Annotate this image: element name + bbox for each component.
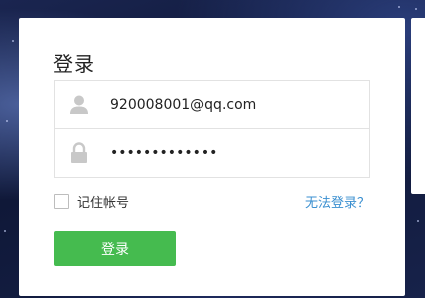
login-button[interactable]: 登录 xyxy=(54,231,176,266)
username-input[interactable] xyxy=(110,81,360,129)
star xyxy=(12,40,14,42)
login-title: 登录 xyxy=(53,52,95,76)
remember-label: 记住帐号 xyxy=(77,195,130,211)
star xyxy=(417,220,419,222)
forgot-login-link[interactable]: 无法登录？ xyxy=(305,192,370,211)
password-field[interactable]: ••••••••••••• xyxy=(54,129,370,178)
user-icon xyxy=(69,94,89,116)
remember-checkbox[interactable] xyxy=(54,193,69,209)
password-input[interactable]: ••••••••••••• xyxy=(110,129,360,177)
lock-icon xyxy=(69,142,89,164)
star xyxy=(4,230,6,232)
star xyxy=(398,6,400,8)
login-card: 登录 ••••••••••••• 记住帐号 无法登录？ 登录 xyxy=(19,18,405,296)
side-panel xyxy=(411,18,425,194)
star xyxy=(415,8,417,10)
remember-account[interactable]: 记住帐号 xyxy=(54,193,130,211)
star xyxy=(6,120,8,122)
username-field[interactable] xyxy=(54,80,370,129)
